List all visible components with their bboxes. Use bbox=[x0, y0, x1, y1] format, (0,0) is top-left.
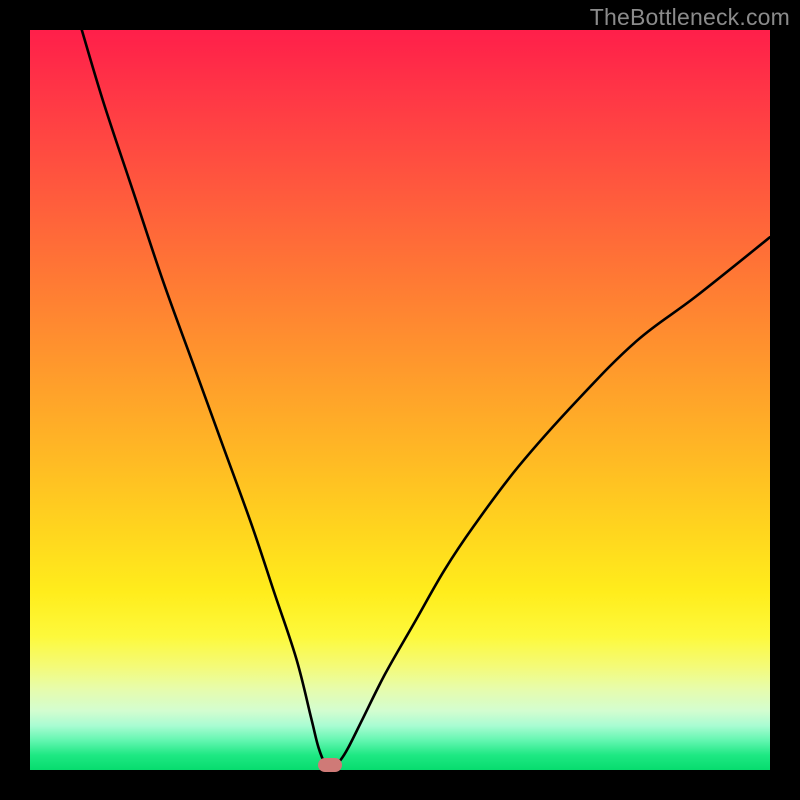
optimum-marker bbox=[318, 758, 342, 772]
chart-frame: TheBottleneck.com bbox=[0, 0, 800, 800]
chart-gradient-area bbox=[30, 30, 770, 770]
watermark-text: TheBottleneck.com bbox=[590, 4, 790, 31]
